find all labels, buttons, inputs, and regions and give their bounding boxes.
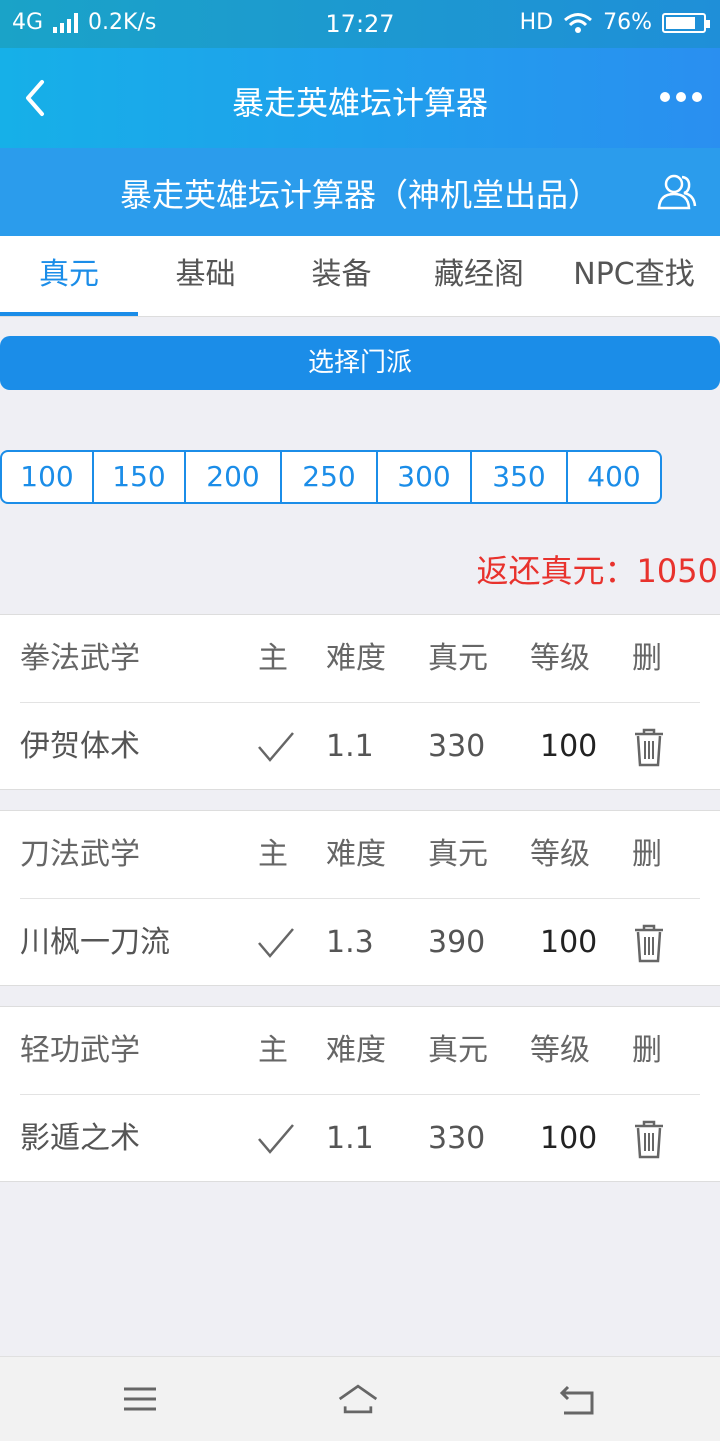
level-option[interactable]: 300: [378, 452, 472, 502]
skill-level[interactable]: 100: [540, 1095, 597, 1182]
skill-name: 影遁之术: [20, 1121, 140, 1156]
select-sect-button[interactable]: 选择门派: [0, 336, 720, 390]
col-main: 主: [258, 641, 288, 676]
skill-name: 川枫一刀流: [20, 925, 170, 960]
level-option[interactable]: 100: [2, 452, 94, 502]
app-header: 暴走英雄坛计算器: [0, 48, 720, 148]
sub-header: 暴走英雄坛计算器（神机堂出品）: [0, 148, 720, 236]
tab-npc-search[interactable]: NPC查找: [548, 236, 720, 316]
col-level: 等级: [530, 837, 590, 872]
col-level: 等级: [530, 641, 590, 676]
more-icon[interactable]: [660, 92, 702, 102]
skill-category: 轻功武学: [20, 1033, 140, 1068]
check-icon[interactable]: [256, 727, 296, 767]
col-delete: 删: [632, 837, 662, 872]
menu-icon[interactable]: [118, 1379, 162, 1419]
skill-row: 川枫一刀流 1.3 390 100: [20, 899, 700, 986]
hd-indicator: HD: [519, 10, 554, 35]
status-bar: 4G 0.2K/s 17:27 HD 76%: [0, 0, 720, 48]
col-level: 等级: [530, 1033, 590, 1068]
col-difficulty: 难度: [326, 1033, 386, 1068]
home-icon[interactable]: [336, 1379, 380, 1419]
wifi-icon: [564, 12, 593, 33]
level-option[interactable]: 400: [568, 452, 660, 502]
skill-row: 伊贺体术 1.1 330 100: [20, 703, 700, 790]
level-option[interactable]: 350: [472, 452, 568, 502]
skill-card: 拳法武学 主 难度 真元 等级 删 伊贺体术 1.1 330 100: [0, 614, 720, 790]
tab-basic[interactable]: 基础: [138, 236, 273, 316]
tab-equipment[interactable]: 装备: [273, 236, 410, 316]
col-zhenyuan: 真元: [428, 641, 488, 676]
battery-percent: 76%: [603, 10, 652, 35]
tab-bar: 真元 基础 装备 藏经阁 NPC查找: [0, 236, 720, 317]
skill-category: 刀法武学: [20, 837, 140, 872]
col-main: 主: [258, 1033, 288, 1068]
battery-icon: [662, 12, 710, 33]
skill-header-row: 刀法武学 主 难度 真元 等级 删: [20, 811, 700, 899]
check-icon[interactable]: [256, 923, 296, 963]
skill-difficulty: 1.1: [326, 729, 374, 764]
skill-card: 轻功武学 主 难度 真元 等级 删 影遁之术 1.1 330 100: [0, 1006, 720, 1182]
col-difficulty: 难度: [326, 837, 386, 872]
skill-level[interactable]: 100: [540, 703, 597, 790]
users-icon[interactable]: [654, 170, 698, 214]
skill-header-row: 拳法武学 主 难度 真元 等级 删: [20, 615, 700, 703]
col-delete: 删: [632, 1033, 662, 1068]
level-option[interactable]: 150: [94, 452, 186, 502]
skill-name: 伊贺体术: [20, 729, 140, 764]
level-option[interactable]: 200: [186, 452, 282, 502]
skill-card: 刀法武学 主 难度 真元 等级 删 川枫一刀流 1.3 390 100: [0, 810, 720, 986]
skill-row: 影遁之术 1.1 330 100: [20, 1095, 700, 1182]
status-right: HD 76%: [519, 10, 710, 35]
tab-library[interactable]: 藏经阁: [410, 236, 548, 316]
col-difficulty: 难度: [326, 641, 386, 676]
level-option[interactable]: 250: [282, 452, 378, 502]
trash-icon[interactable]: [632, 923, 666, 963]
trash-icon[interactable]: [632, 727, 666, 767]
sub-title: 暴走英雄坛计算器（神机堂出品）: [119, 176, 600, 214]
return-zhenyuan-text: 返还真元：1050: [476, 552, 718, 590]
level-selector: 100 150 200 250 300 350 400: [0, 450, 662, 504]
col-zhenyuan: 真元: [428, 837, 488, 872]
skill-difficulty: 1.1: [326, 1121, 374, 1156]
system-nav-bar: [0, 1356, 720, 1441]
tab-zhenyuan[interactable]: 真元: [0, 236, 138, 316]
col-main: 主: [258, 837, 288, 872]
check-icon[interactable]: [256, 1119, 296, 1159]
skill-zhenyuan: 390: [428, 925, 486, 960]
back-nav-icon[interactable]: [556, 1379, 600, 1419]
col-zhenyuan: 真元: [428, 1033, 488, 1068]
page-title: 暴走英雄坛计算器: [231, 84, 488, 122]
skill-header-row: 轻功武学 主 难度 真元 等级 删: [20, 1007, 700, 1095]
skill-category: 拳法武学: [20, 641, 140, 676]
skill-zhenyuan: 330: [428, 729, 486, 764]
skill-difficulty: 1.3: [326, 925, 374, 960]
skill-zhenyuan: 330: [428, 1121, 486, 1156]
col-delete: 删: [632, 641, 662, 676]
skill-level[interactable]: 100: [540, 899, 597, 986]
trash-icon[interactable]: [632, 1119, 666, 1159]
